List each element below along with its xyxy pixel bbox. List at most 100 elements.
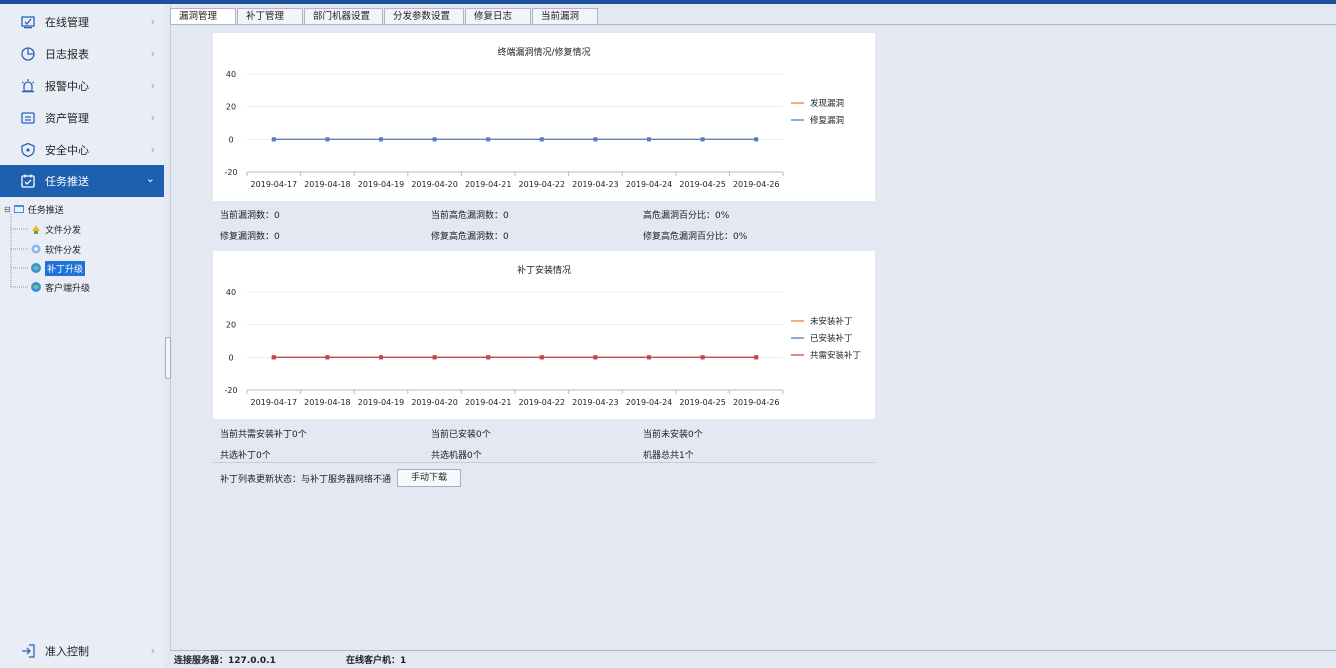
sidebar-item-alarm[interactable]: 报警中心 › bbox=[0, 70, 164, 102]
sidebar-item-label: 准入控制 bbox=[45, 645, 89, 658]
tree-item-software-dist[interactable]: 软件分发 bbox=[30, 240, 81, 258]
stat-selected-machines: 共选机器0个 bbox=[431, 451, 482, 461]
x-tick-label: 2019-04-18 bbox=[304, 180, 351, 189]
y-tick-label: -20 bbox=[224, 168, 237, 177]
divider bbox=[213, 462, 875, 463]
data-point bbox=[486, 137, 491, 142]
x-tick-label: 2019-04-24 bbox=[626, 398, 673, 407]
x-tick-label: 2019-04-25 bbox=[679, 398, 726, 407]
x-tick-label: 2019-04-20 bbox=[411, 180, 458, 189]
tab-dist-params[interactable]: 分发参数设置 bbox=[384, 8, 464, 24]
stat-high-pct: 高危漏洞百分比：0% bbox=[643, 211, 730, 221]
tab-repair-log[interactable]: 修复日志 bbox=[465, 8, 531, 24]
x-tick-label: 2019-04-21 bbox=[465, 398, 512, 407]
legend-label: 修复漏洞 bbox=[810, 115, 844, 126]
data-point bbox=[700, 355, 705, 360]
x-tick-label: 2019-04-18 bbox=[304, 398, 351, 407]
patch-chart: 40 20 0 -20 2019-04-17 2019-04-18 2019-04-19 20… bbox=[224, 288, 861, 407]
data-point bbox=[593, 355, 598, 360]
data-point bbox=[432, 137, 437, 142]
vuln-chart-panel: 终端漏洞情况/修复情况 40 20 0 -20 2019-04-17 2019-04-18… bbox=[213, 33, 875, 201]
tree-label: 文件分发 bbox=[45, 225, 82, 236]
manual-download-button[interactable]: 手动下载 bbox=[397, 469, 461, 487]
status-bar bbox=[170, 650, 1336, 668]
stat-current-high: 当前高危漏洞数：0 bbox=[431, 211, 509, 221]
data-point bbox=[379, 137, 383, 142]
tab-current-vulns[interactable]: 当前漏洞 bbox=[532, 8, 598, 24]
tree-connector-lines bbox=[10, 214, 28, 288]
sidebar-item-log-report[interactable]: 日志报表 › bbox=[0, 38, 164, 70]
vuln-chart: 40 20 0 -20 2019-04-17 2019-04-18 2019-04-19 20… bbox=[224, 70, 844, 189]
chevron-right-icon: › bbox=[150, 111, 155, 124]
sidebar-item-label: 报警中心 bbox=[45, 80, 89, 93]
data-point bbox=[539, 355, 544, 360]
tree-label: 客户端升级 bbox=[45, 283, 91, 294]
tree-item-patch-upgrade[interactable]: 补丁升级 bbox=[30, 259, 86, 277]
stat-fixed-high: 修复高危漏洞数：0 bbox=[431, 232, 509, 242]
stat-fixed-high-pct: 修复高危漏洞百分比：0% bbox=[643, 232, 748, 242]
x-tick-label: 2019-04-19 bbox=[358, 180, 405, 189]
y-tick-label: 20 bbox=[226, 321, 236, 330]
data-point bbox=[539, 137, 544, 142]
data-point bbox=[486, 355, 491, 360]
tab-patch-management[interactable]: 补丁管理 bbox=[237, 8, 303, 24]
data-point bbox=[271, 355, 276, 360]
tree-item-file-dist[interactable]: 文件分发 bbox=[30, 220, 81, 238]
stat-fixed-vulns: 修复漏洞数：0 bbox=[220, 232, 280, 242]
sidebar-item-asset[interactable]: 资产管理 › bbox=[0, 102, 164, 134]
splitter-handle[interactable] bbox=[165, 337, 171, 379]
alarm-icon bbox=[20, 78, 36, 94]
data-point bbox=[647, 137, 651, 142]
stat-selected-patches: 共选补丁0个 bbox=[220, 451, 271, 461]
tab-department-machine[interactable]: 部门机器设置 bbox=[304, 8, 383, 24]
sidebar-item-access-control[interactable]: 准入控制 › bbox=[0, 635, 164, 667]
tree-label: 软件分发 bbox=[45, 245, 82, 256]
x-tick-label: 2019-04-22 bbox=[519, 398, 566, 407]
sidebar-item-label: 日志报表 bbox=[45, 48, 89, 61]
data-point bbox=[379, 355, 383, 360]
data-point bbox=[647, 355, 651, 360]
sidebar-item-online[interactable]: 在线管理 › bbox=[0, 6, 164, 38]
sidebar-item-task-push[interactable]: 任务推送 ⌄ bbox=[0, 165, 164, 197]
stat-not-installed: 当前未安装0个 bbox=[643, 430, 703, 440]
splitter[interactable] bbox=[164, 4, 171, 667]
stat-need-install: 当前共需安装补丁0个 bbox=[220, 430, 307, 440]
legend-label: 发现漏洞 bbox=[810, 98, 844, 109]
pie-chart-icon bbox=[20, 46, 36, 62]
data-point bbox=[271, 137, 276, 142]
x-tick-label: 2019-04-17 bbox=[251, 398, 298, 407]
status-online-clients: 在线客户机：1 bbox=[346, 656, 407, 666]
x-tick-label: 2019-04-17 bbox=[251, 180, 298, 189]
stat-total-machines: 机器总共1个 bbox=[643, 451, 694, 461]
status-server: 连接服务器：127.0.0.1 bbox=[174, 656, 276, 666]
legend-label: 已安装补丁 bbox=[810, 333, 853, 344]
stat-current-vulns: 当前漏洞数：0 bbox=[220, 211, 280, 221]
data-point bbox=[325, 137, 330, 142]
legend-label: 未安装补丁 bbox=[810, 316, 853, 327]
x-tick-label: 2019-04-22 bbox=[519, 180, 566, 189]
asset-icon bbox=[20, 110, 36, 126]
data-point bbox=[754, 137, 759, 142]
top-accent-bar bbox=[0, 0, 1336, 4]
login-arrow-icon bbox=[20, 643, 36, 659]
chevron-right-icon: › bbox=[150, 47, 155, 60]
sidebar-item-label: 资产管理 bbox=[45, 112, 89, 125]
y-tick-label: 0 bbox=[228, 135, 233, 144]
sidebar-item-security[interactable]: 安全中心 › bbox=[0, 134, 164, 166]
tree-item-client-upgrade[interactable]: 客户端升级 bbox=[30, 278, 90, 296]
monitor-icon bbox=[20, 14, 36, 30]
legend-label: 共需安装补丁 bbox=[810, 350, 861, 361]
sidebar: 在线管理 › 日志报表 › 报警中心 › 资产管理 › 安全中心 › 任务推送 … bbox=[0, 4, 164, 667]
x-tick-label: 2019-04-23 bbox=[572, 398, 619, 407]
tab-vuln-management[interactable]: 漏洞管理 bbox=[170, 8, 236, 24]
patch-chart-panel: 补丁安装情况 40 20 0 -20 2019-04-17 2019-04-18 2019-… bbox=[213, 251, 875, 419]
x-tick-label: 2019-04-19 bbox=[358, 398, 405, 407]
data-point bbox=[754, 355, 759, 360]
y-tick-label: -20 bbox=[224, 386, 237, 395]
data-point bbox=[593, 137, 598, 142]
stat-installed: 当前已安装0个 bbox=[431, 430, 491, 440]
data-point bbox=[432, 355, 437, 360]
x-tick-label: 2019-04-23 bbox=[572, 180, 619, 189]
y-tick-label: 20 bbox=[226, 103, 236, 112]
tab-bar: 漏洞管理 补丁管理 部门机器设置 分发参数设置 修复日志 当前漏洞 bbox=[170, 8, 599, 24]
